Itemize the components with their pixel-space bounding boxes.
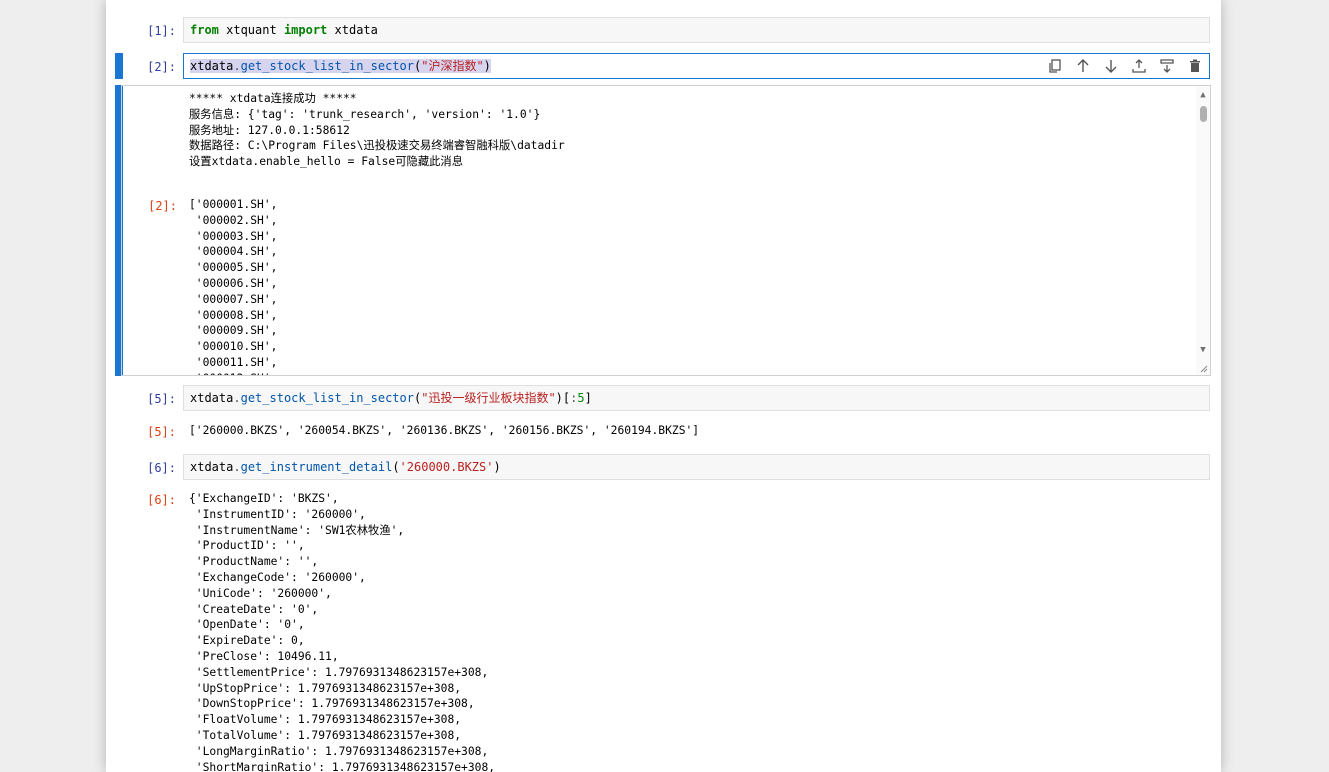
scroll-up-arrow-icon[interactable]: ▲ — [1198, 90, 1208, 100]
insert-below-button[interactable] — [1157, 56, 1177, 76]
code-method: get_stock_list_in_sector — [240, 391, 414, 405]
selected-code: xtdata.get_stock_list_in_sector("沪深指数") — [190, 59, 491, 73]
cell2-stdout: ***** xtdata连接成功 ***** 服务信息: {'tag': 'tr… — [189, 92, 565, 169]
notebook-panel: [1]: from xtquant import xtdata [2]: xtd… — [106, 0, 1221, 772]
cell-toolbar — [1045, 54, 1205, 78]
cell5-code-editor[interactable]: xtdata.get_stock_list_in_sector("迅投一级行业板… — [183, 385, 1210, 411]
code-object: xtdata — [190, 59, 234, 73]
keyword-from: from — [190, 23, 219, 37]
delete-cell-button[interactable] — [1185, 56, 1205, 76]
module-name: xtquant — [218, 23, 284, 37]
code-paren-open: ( — [392, 460, 400, 474]
code-method: get_instrument_detail — [240, 460, 393, 474]
move-up-icon — [1077, 59, 1089, 72]
copy-cell-button[interactable] — [1045, 56, 1065, 76]
insert-below-icon — [1160, 59, 1174, 73]
insert-above-icon — [1132, 59, 1146, 73]
code-string-arg: '260000.BKZS' — [399, 460, 494, 474]
cell5-result: ['260000.BKZS', '260054.BKZS', '260136.B… — [189, 424, 700, 437]
move-down-button[interactable] — [1101, 56, 1121, 76]
delete-icon — [1190, 59, 1200, 72]
keyword-import: import — [283, 23, 328, 37]
code-object: xtdata — [190, 391, 234, 405]
cell2-result: ['000001.SH', '000002.SH', '000003.SH', … — [189, 198, 278, 375]
cell6-code-editor[interactable]: xtdata.get_instrument_detail('260000.BKZ… — [183, 454, 1210, 480]
cell2-output-prompt: [2]: — [148, 199, 177, 213]
code-dot: . — [233, 391, 241, 405]
move-down-icon — [1105, 60, 1117, 73]
code-paren-close: ) — [493, 460, 501, 474]
cell6-input-prompt: [6]: — [147, 461, 176, 475]
code-object: xtdata — [190, 460, 234, 474]
import-name: xtdata — [327, 23, 378, 37]
code-bracket-close: ] — [584, 391, 592, 405]
code-paren-close: ) — [483, 59, 491, 73]
code-string-arg: "迅投一级行业板块指数" — [421, 391, 556, 405]
output-scrollbar[interactable]: ▲ ▼ — [1196, 86, 1210, 375]
cell5-input-prompt: [5]: — [147, 392, 176, 406]
resize-handle-icon[interactable] — [1198, 363, 1208, 373]
cell6-result: {'ExchangeID': 'BKZS', 'InstrumentID': '… — [189, 492, 496, 772]
insert-above-button[interactable] — [1129, 56, 1149, 76]
scroll-down-arrow-icon[interactable]: ▼ — [1198, 345, 1208, 355]
cell6-output-prompt: [6]: — [147, 493, 176, 507]
code-dot: . — [233, 460, 241, 474]
cell5-output-prompt: [5]: — [147, 425, 176, 439]
cell2-output-scroll-area[interactable]: ***** xtdata连接成功 ***** 服务信息: {'tag': 'tr… — [121, 85, 1211, 376]
cell1-code-editor[interactable]: from xtquant import xtdata — [183, 17, 1210, 43]
code-string-arg: "沪深指数" — [421, 59, 484, 73]
cell2-input-prompt: [2]: — [147, 60, 176, 74]
code-paren-close: ) — [555, 391, 563, 405]
move-up-button[interactable] — [1073, 56, 1093, 76]
code-method: get_stock_list_in_sector — [240, 59, 414, 73]
scrollbar-thumb[interactable] — [1200, 106, 1207, 122]
code-number: 5 — [577, 391, 585, 405]
code-dot: . — [233, 59, 241, 73]
cell1-input-prompt: [1]: — [147, 24, 176, 38]
copy-icon — [1049, 59, 1061, 73]
